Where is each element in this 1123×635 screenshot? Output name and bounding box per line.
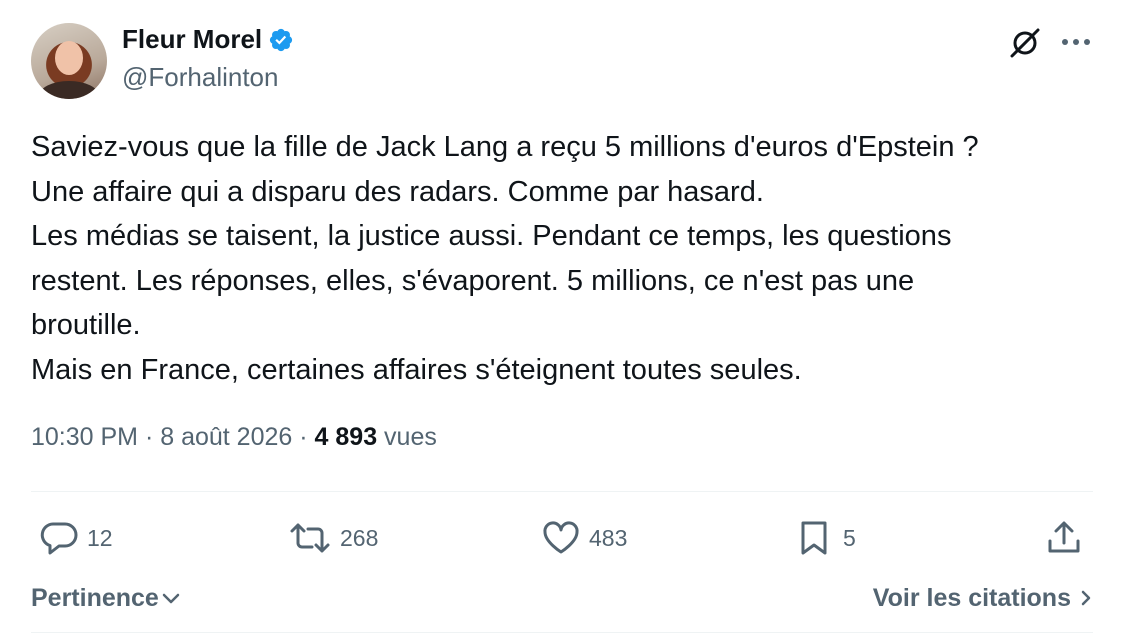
sort-label: Pertinence	[31, 583, 159, 612]
avatar-shoulders	[39, 81, 99, 99]
grok-icon	[1010, 28, 1040, 58]
repost-button[interactable]: 268	[288, 512, 378, 564]
tweet-text: Saviez-vous que la fille de Jack Lang a …	[31, 125, 1101, 393]
meta-separator: ·	[292, 423, 315, 451]
view-quotes-label: Voir les citations	[872, 583, 1071, 612]
verified-badge-icon[interactable]	[268, 27, 294, 53]
heart-icon	[543, 521, 579, 554]
grok-button[interactable]	[1006, 24, 1044, 62]
like-count: 483	[589, 524, 628, 551]
meta-separator: ·	[138, 423, 161, 451]
tweet-text-line: Saviez-vous que la fille de Jack Lang a …	[31, 131, 979, 163]
divider	[31, 491, 1093, 492]
author-name[interactable]: Fleur Morel	[122, 24, 262, 55]
share-icon	[1048, 521, 1080, 553]
more-options-button[interactable]	[1056, 26, 1096, 58]
bookmark-icon	[801, 521, 827, 555]
avatar-face	[55, 41, 83, 75]
like-button[interactable]: 483	[541, 512, 627, 564]
author-avatar[interactable]	[31, 23, 107, 99]
tweet-meta: 10:30 PM · 8 août 2026 · 4 893 vues	[31, 423, 437, 452]
sort-dropdown[interactable]: Pertinence	[31, 578, 181, 618]
repost-count: 268	[340, 524, 379, 551]
author-handle[interactable]: @Forhalinton	[122, 62, 278, 93]
tweet-text-line: Mais en France, certaines affaires s'éte…	[31, 353, 802, 386]
tweet-text-line: broutille.	[31, 309, 141, 342]
action-bar: 12 268 483 5	[31, 512, 1093, 564]
views-count: 4 893	[314, 423, 378, 451]
share-button[interactable]	[1044, 512, 1084, 564]
reply-button[interactable]: 12	[39, 512, 113, 564]
tweet-text-line: Une affaire qui a disparu des radars. Co…	[31, 175, 764, 208]
tweet-text-line: restent. Les réponses, elles, s'évaporen…	[31, 264, 915, 297]
tweet-date[interactable]: 8 août 2026	[160, 423, 292, 451]
chevron-right-icon	[1081, 590, 1091, 606]
author-name-row: Fleur Morel	[122, 24, 294, 55]
reply-count: 12	[87, 524, 113, 551]
chevron-down-icon	[162, 593, 180, 604]
view-quotes-link[interactable]: Voir les citations	[873, 578, 1093, 618]
reply-icon	[40, 522, 78, 555]
repost-icon	[290, 523, 330, 553]
bookmark-button[interactable]: 5	[795, 512, 856, 564]
tweet-time[interactable]: 10:30 PM	[31, 423, 138, 451]
more-options-icon	[1062, 39, 1090, 45]
tweet-text-line: Les médias se taisent, la justice aussi.…	[31, 220, 952, 253]
bookmark-count: 5	[843, 524, 856, 551]
replies-footer: Pertinence Voir les citations	[31, 578, 1093, 618]
divider	[31, 632, 1093, 633]
views-label: vues	[384, 423, 437, 451]
